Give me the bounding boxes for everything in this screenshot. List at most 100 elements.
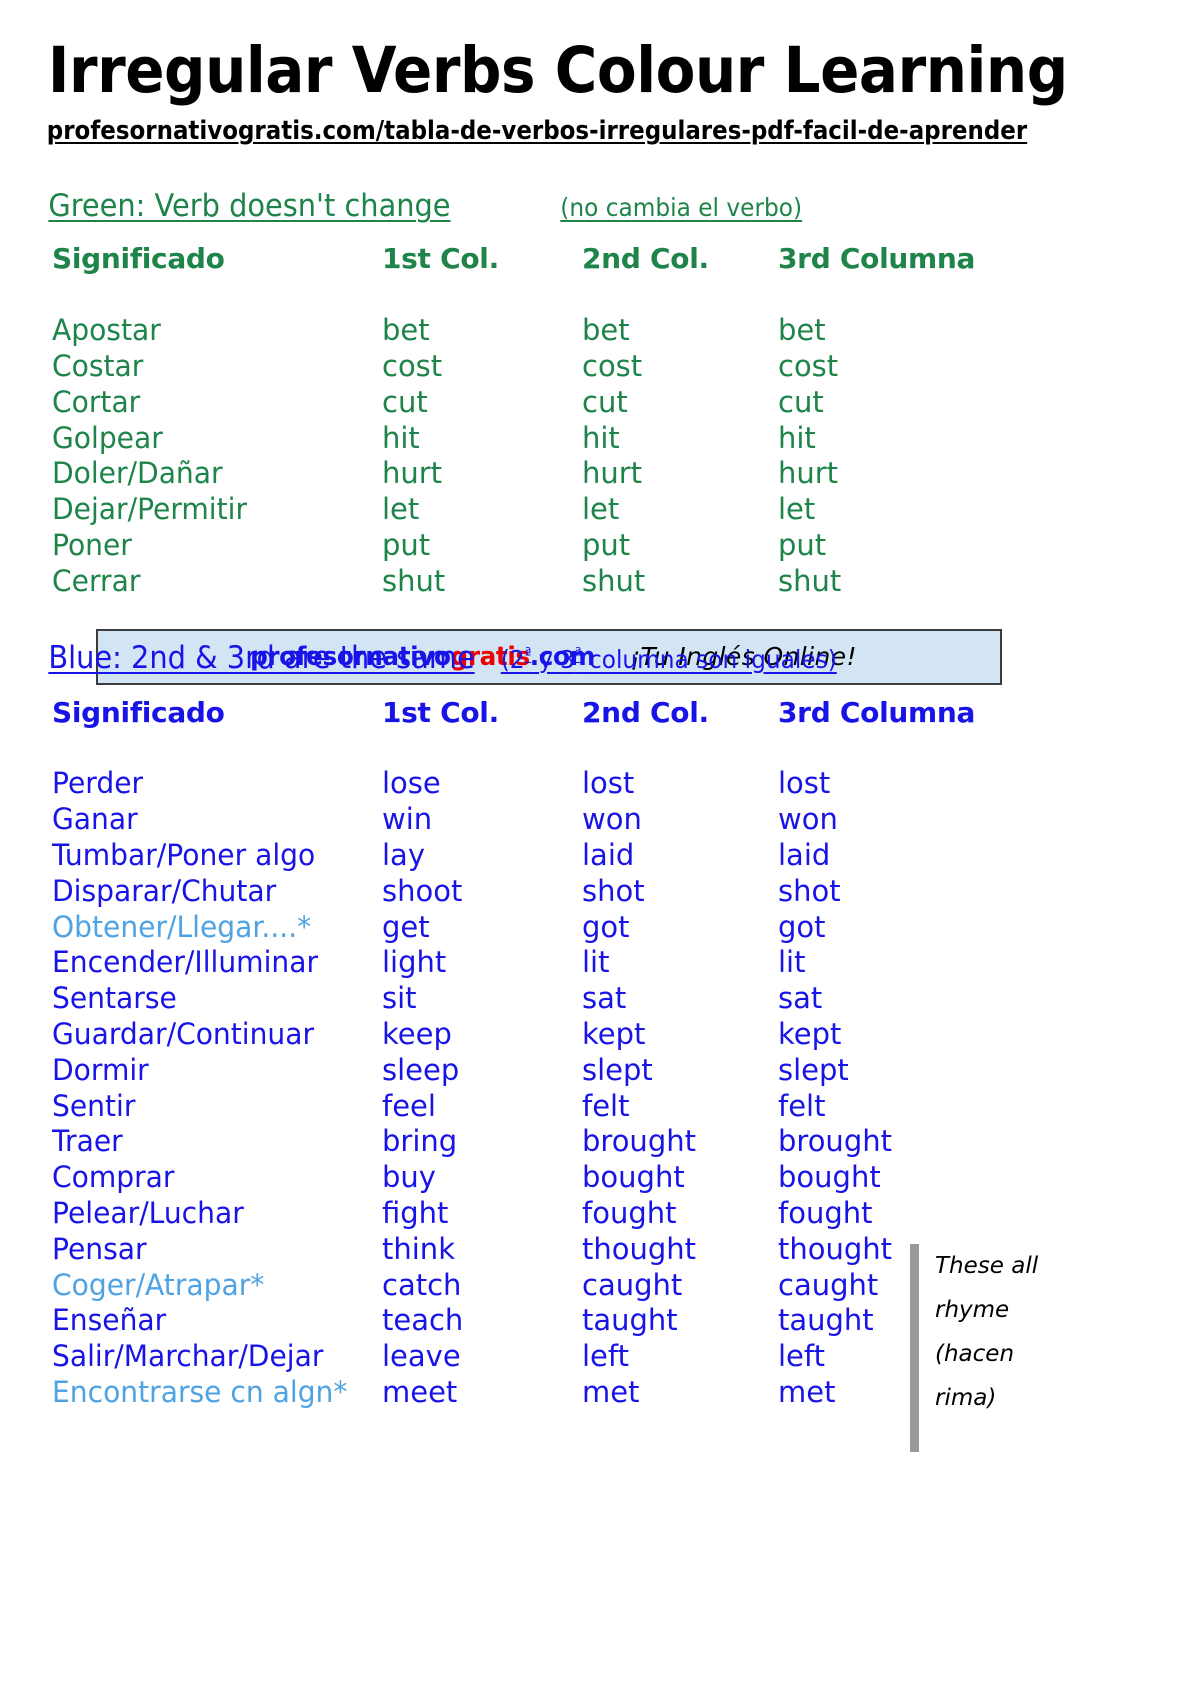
cell-meaning: Dormir xyxy=(52,1052,149,1087)
table-row: Sentir feel felt felt xyxy=(52,1089,1008,1125)
cell-col1: meet xyxy=(382,1375,458,1410)
cell-col2: slept xyxy=(582,1052,653,1087)
cell-col1: buy xyxy=(382,1160,436,1195)
cell-meaning: Traer xyxy=(52,1124,123,1159)
cell-col2: got xyxy=(582,909,630,944)
table-row: Sentarse sit sat sat xyxy=(52,981,1008,1017)
green-heading-main: Green: Verb doesn't change xyxy=(48,188,451,225)
cell-col3: bet xyxy=(778,313,826,348)
cell-meaning: Poner xyxy=(52,527,132,562)
table-header-row: Significado 1st Col. 2nd Col. 3rd Column… xyxy=(52,695,1008,731)
table-row: Tumbar/Poner algo lay laid laid xyxy=(52,838,1008,874)
cell-col1: sleep xyxy=(382,1052,460,1087)
blue-heading-main: Blue: 2nd & 3rd are the same xyxy=(48,639,475,676)
cell-col2: lost xyxy=(582,766,635,801)
source-url-subtitle[interactable]: profesornativogratis.com/tabla-de-verbos… xyxy=(0,104,1080,146)
cell-col1: bet xyxy=(382,313,430,348)
cell-col1: shut xyxy=(382,563,446,598)
cell-col3: lost xyxy=(778,766,831,801)
blue-verb-table: Significado 1st Col. 2nd Col. 3rd Column… xyxy=(52,695,1008,1411)
table-row: Cortar cut cut cut xyxy=(52,385,1008,421)
table-row: Perder lose lost lost xyxy=(52,766,1008,802)
cell-col1: bring xyxy=(382,1124,458,1159)
cell-col3: cost xyxy=(778,348,839,383)
green-section-heading: Green: Verb doesn't change (no cambia el … xyxy=(0,146,1116,225)
cell-col3: bought xyxy=(778,1160,881,1195)
cell-col3: brought xyxy=(778,1124,892,1159)
table-row: Apostar bet bet bet xyxy=(52,313,1008,349)
cell-col2: shot xyxy=(582,873,645,908)
blue-table-body: Perder lose lost lost Ganar win won won Tumbar/P… xyxy=(52,766,1008,1410)
cell-meaning: Pensar xyxy=(52,1231,147,1266)
rhyme-line-1: These all xyxy=(935,1253,1039,1279)
cell-col2: met xyxy=(582,1375,640,1410)
cell-col2: brought xyxy=(582,1124,696,1159)
cell-meaning: Encontrarse cn algn* xyxy=(52,1375,348,1410)
table-header-row: Significado 1st Col. 2nd Col. 3rd Column… xyxy=(52,241,1008,277)
cell-col2: kept xyxy=(582,1017,646,1052)
table-row: Pelear/Luchar fight fought fought xyxy=(52,1196,1008,1232)
table-row: Coger/Atrapar* catch caught caught xyxy=(52,1268,1008,1304)
cell-col3: fought xyxy=(778,1196,873,1231)
cell-col3: hit xyxy=(778,420,816,455)
green-verb-table: Significado 1st Col. 2nd Col. 3rd Column… xyxy=(52,241,1008,599)
cell-col1: let xyxy=(382,492,420,527)
blue-heading-sub: (2ª y 3ª columna son iguales) xyxy=(500,644,837,674)
cell-col2: lit xyxy=(582,945,610,980)
cell-col2: cut xyxy=(582,384,628,419)
cell-col2: felt xyxy=(582,1088,630,1123)
table-row: Poner put put put xyxy=(52,528,1008,564)
cell-col3: won xyxy=(778,802,838,837)
cell-meaning: Encender/Illuminar xyxy=(52,945,319,980)
table-spacer-row xyxy=(52,277,1008,313)
cell-col1: hurt xyxy=(382,456,443,491)
table-row: Traer bring brought brought xyxy=(52,1124,1008,1160)
rhyme-line-2: rhyme xyxy=(935,1297,1010,1323)
column-header-meaning: Significado xyxy=(52,695,225,729)
cell-col2: laid xyxy=(582,838,635,873)
cell-col2: hurt xyxy=(582,456,643,491)
cell-meaning: Dejar/Permitir xyxy=(52,492,248,527)
document-page: Irregular Verbs Colour Learning profesor… xyxy=(0,0,1200,1698)
rhyme-annotation-text: These all rhyme (hacen rima) xyxy=(935,1244,1038,1420)
rhyme-annotation: These all rhyme (hacen rima) xyxy=(910,1244,1038,1452)
cell-col3: sat xyxy=(778,981,823,1016)
cell-meaning: Cerrar xyxy=(52,563,141,598)
cell-meaning: Guardar/Continuar xyxy=(52,1017,315,1052)
blue-section-heading: Blue: 2nd & 3rd are the same (2ª y 3ª col… xyxy=(0,600,1116,677)
cell-col3: lit xyxy=(778,945,806,980)
table-row: Encender/Illuminar light lit lit xyxy=(52,945,1008,981)
table-row: Dejar/Permitir let let let xyxy=(52,492,1008,528)
cell-col3: cut xyxy=(778,384,824,419)
cell-col3: shut xyxy=(778,563,842,598)
table-row: Guardar/Continuar keep kept kept xyxy=(52,1017,1008,1053)
rhyme-line-4: rima) xyxy=(935,1385,997,1411)
cell-meaning: Obtener/Llegar....* xyxy=(52,909,312,944)
cell-meaning: Golpear xyxy=(52,420,163,455)
cell-col1: light xyxy=(382,945,447,980)
cell-col2: taught xyxy=(582,1303,678,1338)
cell-col1: shoot xyxy=(382,873,463,908)
cell-col1: keep xyxy=(382,1017,452,1052)
table-row: Encontrarse cn algn* meet met met xyxy=(52,1375,1008,1411)
column-header-col3: 3rd Columna xyxy=(778,695,976,729)
table-row: Salir/Marchar/Dejar leave left left xyxy=(52,1339,1008,1375)
cell-meaning: Disparar/Chutar xyxy=(52,873,277,908)
cell-col1: sit xyxy=(382,981,417,1016)
table-row: Cerrar shut shut shut xyxy=(52,564,1008,600)
cell-col3: kept xyxy=(778,1017,842,1052)
page-title: Irregular Verbs Colour Learning xyxy=(47,34,1068,107)
cell-col1: cost xyxy=(382,348,443,383)
cell-meaning: Apostar xyxy=(52,313,161,348)
green-table-wrapper: Significado 1st Col. 2nd Col. 3rd Column… xyxy=(0,241,1200,599)
cell-meaning: Cortar xyxy=(52,384,141,419)
cell-meaning: Salir/Marchar/Dejar xyxy=(52,1339,324,1374)
blue-heading-sub-mid: y 3 xyxy=(531,644,575,674)
blue-heading-sub-prefix: (2 xyxy=(500,644,525,674)
cell-meaning: Sentarse xyxy=(52,981,177,1016)
cell-col3: slept xyxy=(778,1052,849,1087)
cell-meaning: Perder xyxy=(52,766,144,801)
cell-col1: teach xyxy=(382,1303,464,1338)
cell-col1: get xyxy=(382,909,430,944)
cell-col2: cost xyxy=(582,348,643,383)
